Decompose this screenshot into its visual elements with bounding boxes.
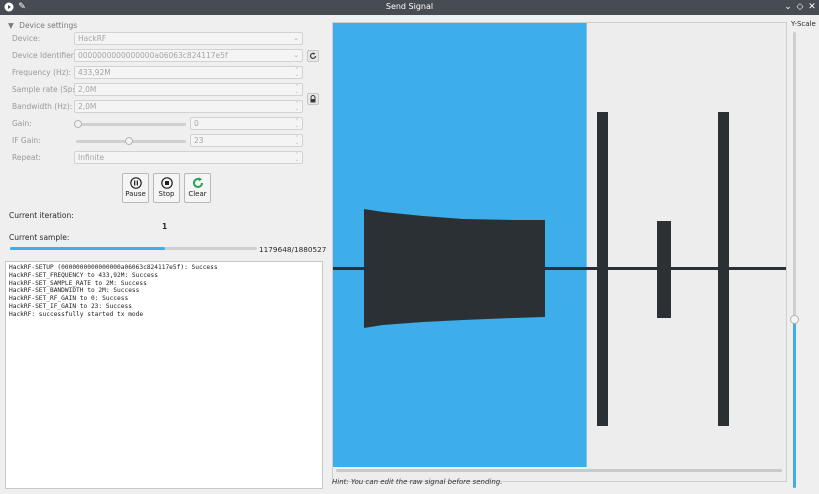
- sample-rate-label: Sample rate (Sps):: [12, 85, 82, 94]
- bandwidth-label: Bandwidth (Hz):: [12, 102, 73, 111]
- gain-slider[interactable]: [76, 123, 186, 126]
- signal-pulse: [657, 221, 671, 318]
- maximize-icon[interactable]: ◇: [794, 1, 806, 13]
- sample-rate-spinbox[interactable]: 2,0M ⌃ ⌄: [74, 83, 303, 96]
- log-line: HackRF-SET_IF_GAIN to 23: Success: [9, 302, 132, 310]
- log-line: HackRF-SET_SAMPLE_RATE to 2M: Success: [9, 279, 147, 287]
- progress-fill: [10, 247, 165, 250]
- signal-pulse: [718, 112, 729, 426]
- horizontal-scrollbar[interactable]: [336, 469, 782, 472]
- chevron-down-icon: ⌄: [293, 51, 299, 59]
- section-title: Device settings: [19, 21, 78, 30]
- refresh-devices-button[interactable]: [307, 50, 319, 62]
- iteration-value: 1: [162, 222, 168, 231]
- collapse-arrow-icon[interactable]: ▼: [8, 21, 14, 30]
- spin-arrows-icon: ⌃ ⌄: [294, 135, 299, 146]
- spin-arrows-icon: ⌃ ⌄: [294, 84, 299, 95]
- pause-label: Pause: [125, 190, 146, 198]
- if-gain-spinbox[interactable]: 23 ⌃ ⌄: [190, 134, 303, 147]
- device-label: Device:: [12, 34, 41, 43]
- repeat-spinbox[interactable]: Infinite ⌃ ⌄: [74, 151, 303, 164]
- chevron-down-icon: ⌄: [293, 34, 299, 42]
- yscale-slider-fill: [793, 320, 796, 488]
- log-line: HackRF-SET_FREQUENCY to 433,92M: Success: [9, 271, 159, 279]
- signal-plot[interactable]: [333, 23, 786, 481]
- right-panel: Hint: You can edit the raw signal before…: [330, 15, 819, 494]
- gain-label: Gain:: [12, 119, 32, 128]
- stop-button[interactable]: Stop: [153, 173, 180, 203]
- if-gain-label: IF Gain:: [12, 136, 41, 145]
- gain-spinbox[interactable]: 0 ⌃ ⌄: [190, 117, 303, 130]
- spin-arrows-icon: ⌃ ⌄: [294, 118, 299, 129]
- pause-button[interactable]: Pause: [122, 173, 149, 203]
- minimize-icon[interactable]: ⌄: [782, 1, 794, 13]
- log-line: HackRF: successfully started tx mode: [9, 310, 144, 318]
- yscale-slider-handle[interactable]: [790, 315, 799, 324]
- title-bar: ✎ Send Signal ⌄ ◇ ✕: [0, 0, 819, 15]
- log-output[interactable]: HackRF-SETUP (0000000000000000a06063c824…: [5, 261, 323, 489]
- sample-progress-bar: [10, 247, 257, 250]
- log-line: HackRF-SET_RF_GAIN to 0: Success: [9, 295, 129, 303]
- log-line: HackRF-SETUP (0000000000000000a06063c824…: [9, 264, 218, 271]
- signal-view[interactable]: [332, 22, 787, 482]
- spin-arrows-icon: ⌃ ⌄: [294, 101, 299, 112]
- yscale-label: Y-Scale: [791, 20, 816, 28]
- iteration-label: Current iteration:: [9, 211, 74, 220]
- window-title: Send Signal: [385, 2, 434, 11]
- stop-icon: [160, 177, 173, 189]
- clear-button[interactable]: Clear: [184, 173, 211, 203]
- frequency-label: Frequency (Hz):: [12, 68, 72, 77]
- sample-label: Current sample:: [9, 233, 70, 242]
- signal-burst: [364, 209, 545, 328]
- hint-text: Hint: You can edit the raw signal before…: [332, 478, 503, 486]
- identifier-label: Device Identifier:: [12, 51, 77, 60]
- signal-pulse: [597, 112, 608, 426]
- frequency-spinbox[interactable]: 433,92M ⌃ ⌄: [74, 66, 303, 79]
- close-icon[interactable]: ✕: [806, 1, 818, 13]
- stop-label: Stop: [158, 190, 175, 198]
- repeat-label: Repeat:: [12, 153, 41, 162]
- lock-bandwidth-button[interactable]: [307, 93, 319, 105]
- if-gain-slider-handle[interactable]: [125, 137, 133, 145]
- identifier-select[interactable]: 0000000000000000a06063c824117e5f ⌄: [74, 49, 303, 62]
- gain-slider-handle[interactable]: [74, 120, 82, 128]
- refresh-icon: [192, 177, 203, 188]
- bandwidth-spinbox[interactable]: 2,0M ⌃ ⌄: [74, 100, 303, 113]
- spin-arrows-icon: ⌃ ⌄: [294, 152, 299, 163]
- clear-label: Clear: [188, 190, 207, 198]
- log-line: HackRF-SET_BANDWIDTH to 2M: Success: [9, 287, 140, 295]
- sample-value: 1179648/1880527: [259, 245, 327, 254]
- spin-arrows-icon: ⌃ ⌄: [294, 67, 299, 78]
- device-select[interactable]: HackRF ⌄: [74, 32, 303, 45]
- pause-icon: [129, 177, 142, 189]
- device-settings-header[interactable]: ▼ Device settings: [8, 21, 77, 30]
